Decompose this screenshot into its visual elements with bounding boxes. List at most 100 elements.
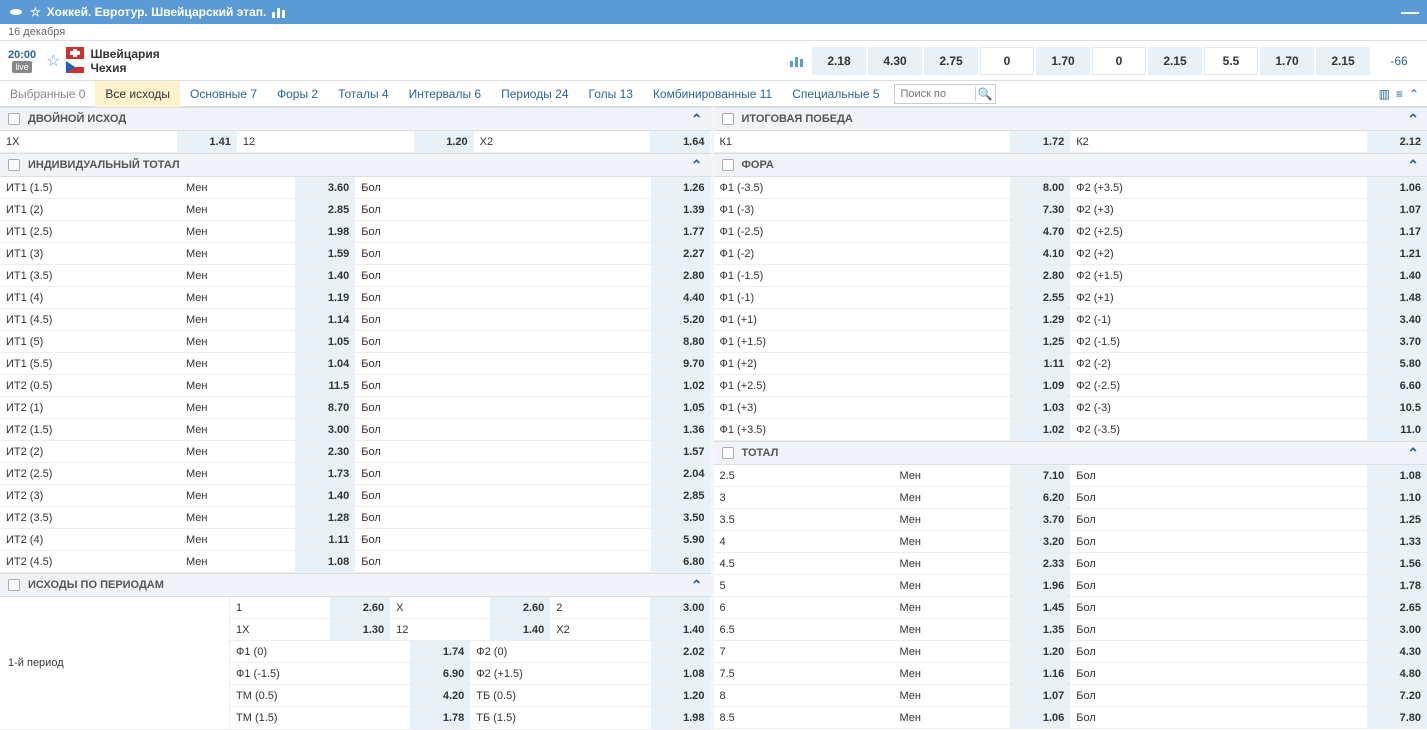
bars-icon[interactable] bbox=[272, 6, 286, 18]
odd-cell[interactable]: 4.40 bbox=[651, 287, 711, 308]
favorite-star-icon[interactable]: ☆ bbox=[46, 51, 60, 71]
odd-cell[interactable]: 1.08 bbox=[1367, 465, 1427, 486]
odd-cell[interactable]: 7.10 bbox=[1010, 465, 1070, 486]
odd-cell[interactable]: 1.02 bbox=[1010, 419, 1070, 440]
minimize-icon[interactable]: — bbox=[1401, 2, 1419, 23]
odd-cell[interactable]: 3.00 bbox=[1367, 619, 1427, 640]
odd-cell[interactable]: 1.10 bbox=[1367, 487, 1427, 508]
odd-cell[interactable]: 1.04 bbox=[295, 353, 355, 374]
odd-cell[interactable]: 1.05 bbox=[295, 331, 355, 352]
odd-cell[interactable]: 1.35 bbox=[1010, 619, 1070, 640]
odd-cell[interactable]: 1.64 bbox=[650, 131, 710, 152]
chevron-up-icon[interactable]: ⌃ bbox=[691, 111, 703, 128]
odd-cell[interactable]: 6.80 bbox=[651, 551, 711, 572]
odd-cell[interactable]: 3.60 bbox=[295, 177, 355, 198]
odd-cell[interactable]: 2.85 bbox=[295, 199, 355, 220]
odd-cell[interactable]: 4.70 bbox=[1010, 221, 1070, 242]
odd-cell[interactable]: 3.00 bbox=[295, 419, 355, 440]
odd-cell[interactable]: 2.60 bbox=[330, 597, 390, 618]
odd-cell[interactable]: 1.08 bbox=[651, 663, 711, 684]
filter-tab[interactable]: Голы 13 bbox=[579, 81, 643, 107]
odd-cell[interactable]: 6.60 bbox=[1367, 375, 1427, 396]
odd-cell[interactable]: 1.02 bbox=[651, 375, 711, 396]
filter-tab[interactable]: Тоталы 4 bbox=[328, 81, 398, 107]
strip-odd[interactable]: 2.15 bbox=[1148, 47, 1202, 75]
odd-cell[interactable]: 1.48 bbox=[1367, 287, 1427, 308]
filter-tab[interactable]: Основные 7 bbox=[180, 81, 267, 107]
odd-cell[interactable]: 1.40 bbox=[650, 619, 710, 640]
odd-cell[interactable]: 1.11 bbox=[295, 529, 355, 550]
odd-cell[interactable]: 1.78 bbox=[1367, 575, 1427, 596]
chevron-up-icon[interactable]: ⌃ bbox=[1407, 445, 1419, 462]
odd-cell[interactable]: 1.07 bbox=[1010, 685, 1070, 706]
odd-cell[interactable]: 4.80 bbox=[1367, 663, 1427, 684]
odd-cell[interactable]: 1.33 bbox=[1367, 531, 1427, 552]
filter-tab[interactable]: Все исходы bbox=[95, 81, 180, 107]
strip-odd[interactable]: 1.70 bbox=[1036, 47, 1090, 75]
odd-cell[interactable]: 1.08 bbox=[295, 551, 355, 572]
collapse-all-icon[interactable]: ⌃ bbox=[1409, 87, 1419, 101]
odd-cell[interactable]: 1.16 bbox=[1010, 663, 1070, 684]
odd-cell[interactable]: 2.85 bbox=[651, 485, 711, 506]
odd-cell[interactable]: 6.90 bbox=[410, 663, 470, 684]
chart-icon[interactable] bbox=[783, 47, 811, 75]
section-checkbox[interactable] bbox=[722, 447, 734, 459]
search-input[interactable] bbox=[895, 88, 975, 100]
odd-cell[interactable]: 3.40 bbox=[1367, 309, 1427, 330]
odd-cell[interactable]: 9.70 bbox=[651, 353, 711, 374]
odd-cell[interactable]: 1.96 bbox=[1010, 575, 1070, 596]
odd-cell[interactable]: 4.20 bbox=[410, 685, 470, 706]
odd-cell[interactable]: 11.5 bbox=[295, 375, 355, 396]
strip-odd[interactable]: 0 bbox=[1092, 47, 1146, 75]
odd-cell[interactable]: 1.59 bbox=[295, 243, 355, 264]
strip-odd[interactable]: 1.70 bbox=[1260, 47, 1314, 75]
odd-cell[interactable]: 2.04 bbox=[651, 463, 711, 484]
chevron-up-icon[interactable]: ⌃ bbox=[1407, 111, 1419, 128]
odd-cell[interactable]: 1.78 bbox=[410, 707, 470, 729]
odd-cell[interactable]: 1.06 bbox=[1367, 177, 1427, 198]
odd-cell[interactable]: 2.12 bbox=[1367, 131, 1427, 152]
odd-cell[interactable]: 1.57 bbox=[651, 441, 711, 462]
odd-cell[interactable]: 1.98 bbox=[651, 707, 711, 729]
odd-cell[interactable]: 4.10 bbox=[1010, 243, 1070, 264]
strip-odd[interactable]: 2.75 bbox=[924, 47, 978, 75]
section-checkbox[interactable] bbox=[722, 113, 734, 125]
odd-cell[interactable]: 3.70 bbox=[1010, 509, 1070, 530]
odd-cell[interactable]: 8.70 bbox=[295, 397, 355, 418]
section-checkbox[interactable] bbox=[8, 113, 20, 125]
odd-cell[interactable]: 1.14 bbox=[295, 309, 355, 330]
odd-cell[interactable]: 2.30 bbox=[295, 441, 355, 462]
odd-cell[interactable]: 1.40 bbox=[295, 485, 355, 506]
odd-cell[interactable]: 7.80 bbox=[1367, 707, 1427, 728]
odd-cell[interactable]: 5.20 bbox=[651, 309, 711, 330]
odd-cell[interactable]: 1.29 bbox=[1010, 309, 1070, 330]
strip-odd[interactable]: 5.5 bbox=[1204, 47, 1258, 75]
strip-odd[interactable]: 2.15 bbox=[1316, 47, 1370, 75]
odd-cell[interactable]: 10.5 bbox=[1367, 397, 1427, 418]
odd-cell[interactable]: 1.40 bbox=[295, 265, 355, 286]
view-grid-icon[interactable]: ▥ bbox=[1379, 87, 1390, 101]
odd-cell[interactable]: 2.55 bbox=[1010, 287, 1070, 308]
odd-cell[interactable]: 1.07 bbox=[1367, 199, 1427, 220]
search-box[interactable]: 🔍 bbox=[894, 84, 996, 104]
star-outline-icon[interactable]: ☆ bbox=[30, 5, 41, 19]
odd-cell[interactable]: 1.36 bbox=[651, 419, 711, 440]
search-icon[interactable]: 🔍 bbox=[975, 87, 995, 101]
odd-cell[interactable]: 1.45 bbox=[1010, 597, 1070, 618]
odd-cell[interactable]: 1.20 bbox=[414, 131, 474, 152]
odd-cell[interactable]: 1.74 bbox=[410, 641, 470, 662]
odd-cell[interactable]: 1.72 bbox=[1010, 131, 1070, 152]
odd-cell[interactable]: 3.00 bbox=[650, 597, 710, 618]
strip-odd[interactable]: 4.30 bbox=[868, 47, 922, 75]
odd-cell[interactable]: 3.70 bbox=[1367, 331, 1427, 352]
odd-cell[interactable]: 1.21 bbox=[1367, 243, 1427, 264]
odd-cell[interactable]: 1.11 bbox=[1010, 353, 1070, 374]
odd-cell[interactable]: 1.09 bbox=[1010, 375, 1070, 396]
odd-cell[interactable]: 3.50 bbox=[651, 507, 711, 528]
odd-cell[interactable]: 5.90 bbox=[651, 529, 711, 550]
odd-cell[interactable]: 1.98 bbox=[295, 221, 355, 242]
filter-tab[interactable]: Интервалы 6 bbox=[399, 81, 492, 107]
odd-cell[interactable]: 4.30 bbox=[1367, 641, 1427, 662]
odd-cell[interactable]: 1.20 bbox=[651, 685, 711, 706]
odd-cell[interactable]: 1.73 bbox=[295, 463, 355, 484]
